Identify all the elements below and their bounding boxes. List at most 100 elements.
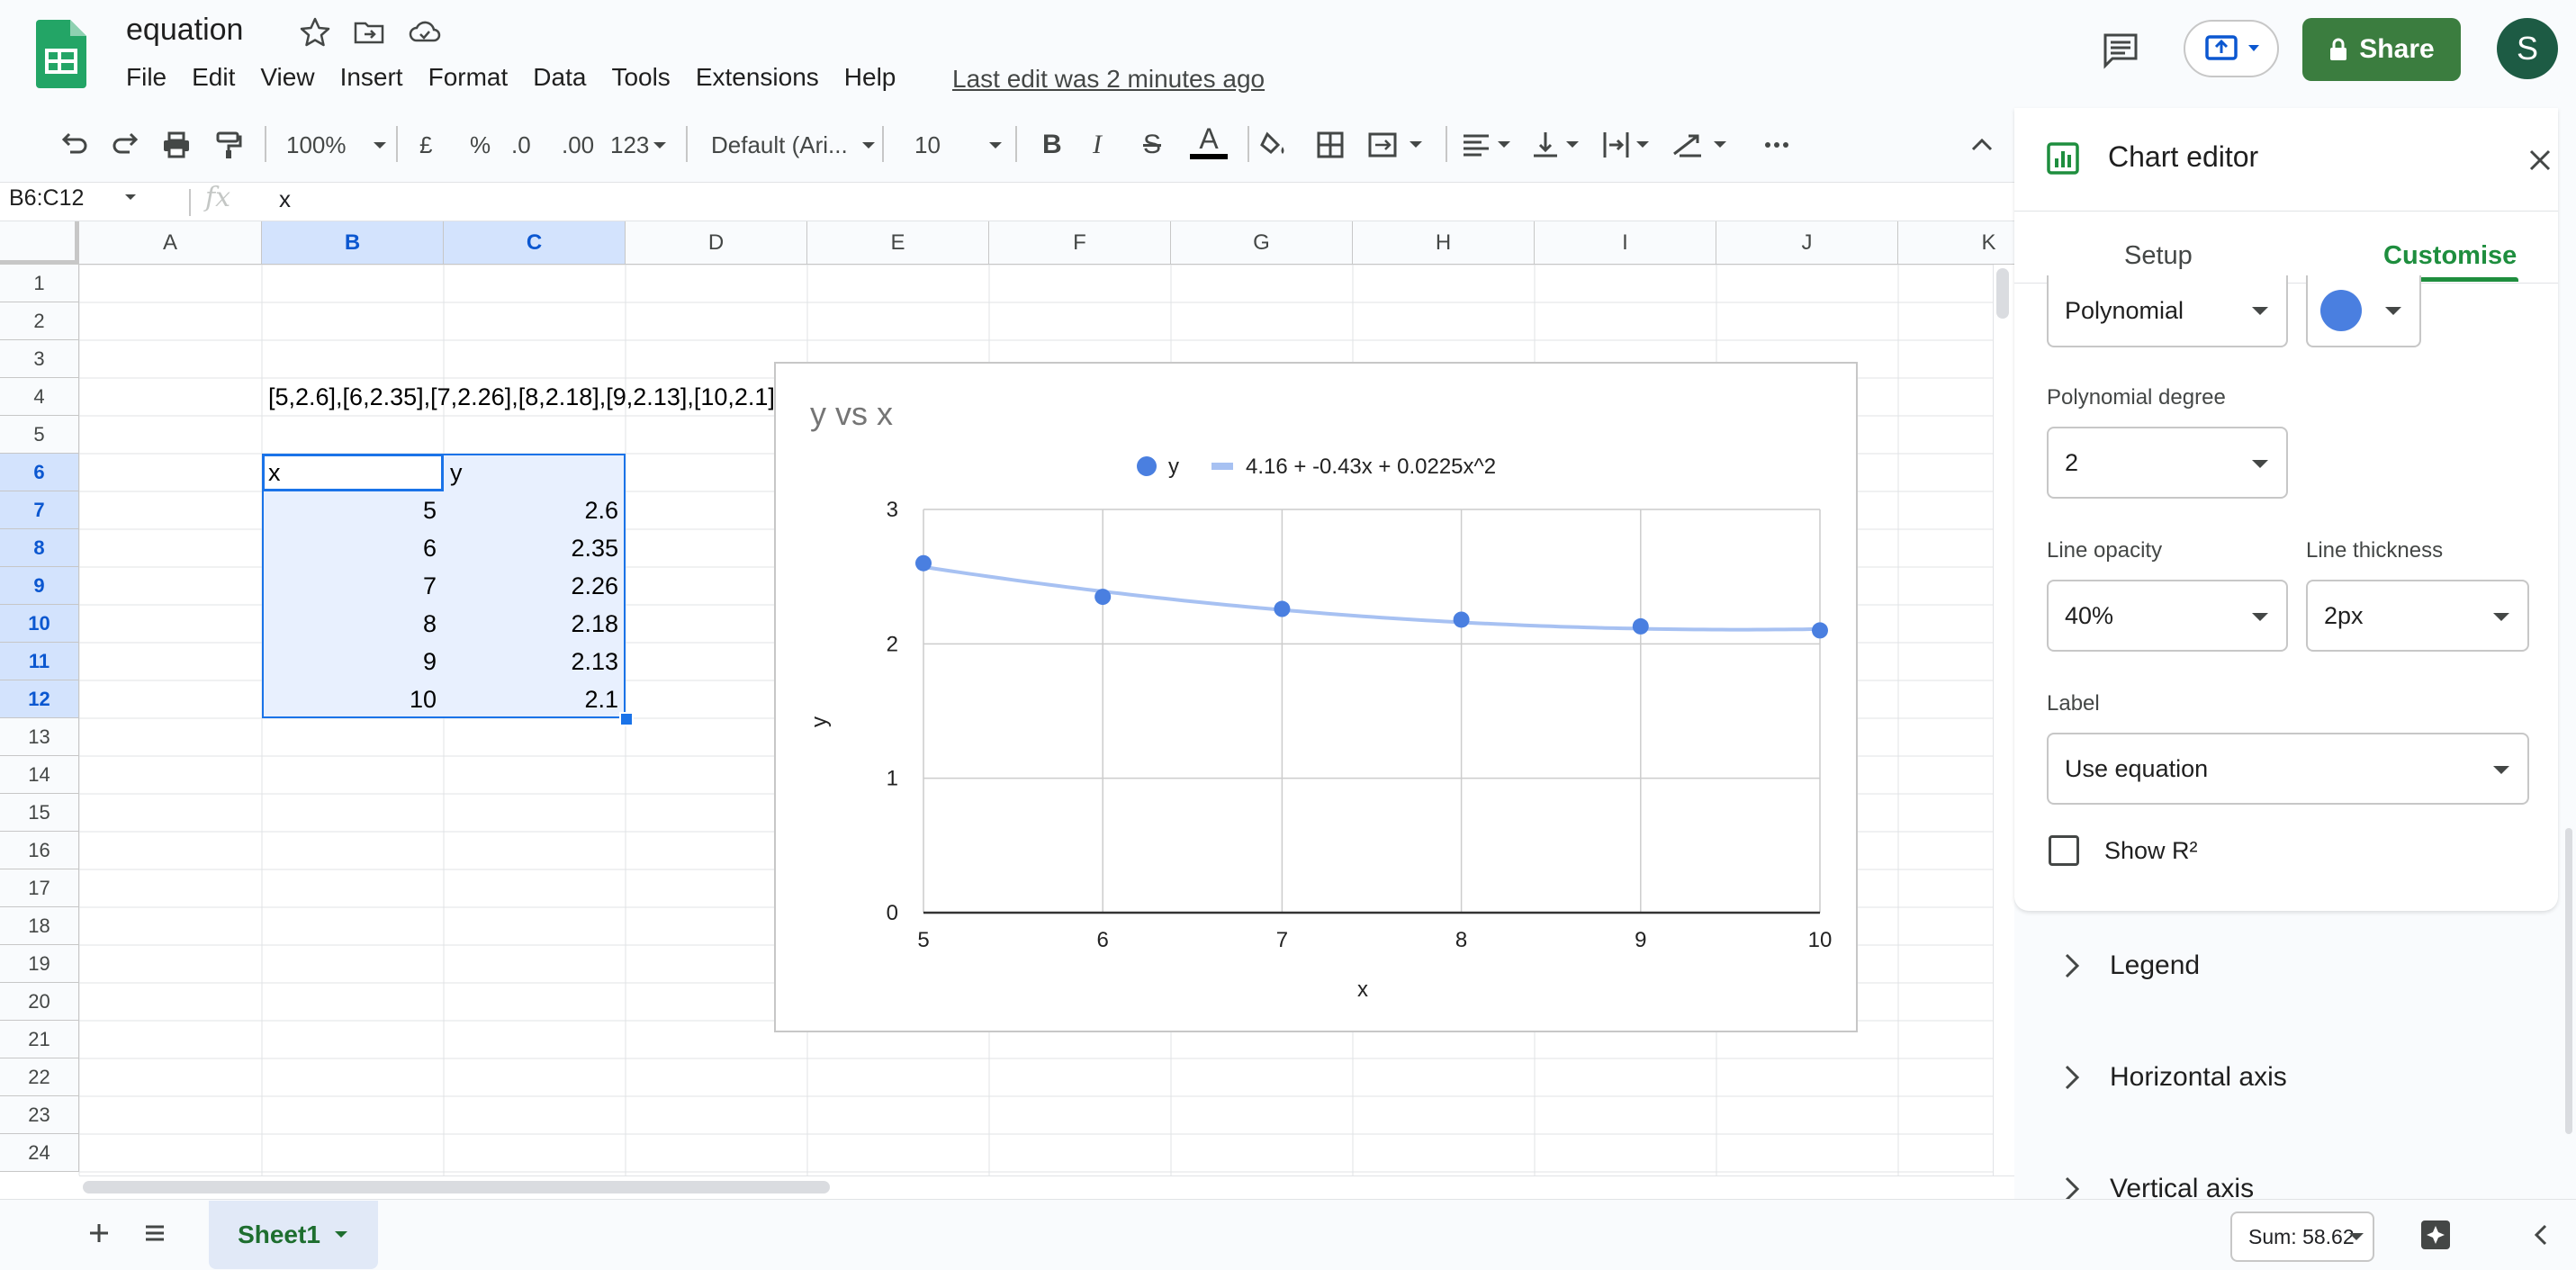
row-header-1[interactable]: 1 bbox=[0, 265, 79, 302]
sum-summary-select[interactable]: Sum: 58.62 bbox=[2230, 1211, 2374, 1262]
chart-title[interactable]: y vs x bbox=[810, 395, 893, 432]
menu-help[interactable]: Help bbox=[832, 63, 909, 92]
cloud-status-icon[interactable] bbox=[407, 14, 443, 50]
menu-tools[interactable]: Tools bbox=[599, 63, 682, 92]
cell-x[interactable]: 7 bbox=[262, 572, 437, 600]
vertical-align-icon[interactable] bbox=[1530, 122, 1588, 167]
row-header-24[interactable]: 24 bbox=[0, 1134, 79, 1172]
col-header-d[interactable]: D bbox=[626, 221, 807, 265]
col-header-k[interactable]: K bbox=[1898, 221, 2014, 265]
embedded-chart[interactable]: y vs x y 4.16 + -0.43x + 0.0225x^2 0 1 2 3 5… bbox=[774, 362, 1858, 1032]
tab-setup[interactable]: Setup bbox=[2124, 241, 2193, 271]
add-sheet-icon[interactable] bbox=[83, 1217, 115, 1249]
trendline-type-select[interactable]: Polynomial bbox=[2047, 275, 2288, 347]
text-rotation-icon[interactable] bbox=[1671, 122, 1735, 167]
sheets-logo-icon[interactable] bbox=[36, 20, 86, 88]
move-folder-icon[interactable] bbox=[351, 14, 387, 50]
row-header-17[interactable]: 17 bbox=[0, 869, 79, 907]
cell-c6[interactable]: y bbox=[450, 459, 463, 487]
tab-customise[interactable]: Customise bbox=[2383, 241, 2517, 271]
collapse-menus-icon[interactable] bbox=[1966, 122, 1998, 167]
close-icon[interactable] bbox=[2524, 144, 2556, 176]
row-header-6[interactable]: 6 bbox=[0, 454, 79, 491]
cell-y[interactable]: 2.35 bbox=[444, 535, 618, 563]
cell-y[interactable]: 2.26 bbox=[444, 572, 618, 600]
row-header-21[interactable]: 21 bbox=[0, 1021, 79, 1058]
text-color-button[interactable]: A bbox=[1190, 122, 1228, 167]
chart-legend[interactable]: y 4.16 + -0.43x + 0.0225x^2 bbox=[1137, 455, 1496, 479]
number-format-select[interactable]: 123 bbox=[610, 122, 671, 167]
col-header-b[interactable]: B bbox=[262, 221, 444, 265]
cell-x[interactable]: 6 bbox=[262, 535, 437, 563]
editor-scrollbar-thumb[interactable] bbox=[2565, 828, 2572, 1134]
row-header-10[interactable]: 10 bbox=[0, 605, 79, 643]
row-header-19[interactable]: 19 bbox=[0, 945, 79, 983]
row-header-14[interactable]: 14 bbox=[0, 756, 79, 794]
row-header-3[interactable]: 3 bbox=[0, 340, 79, 378]
horizontal-align-icon[interactable] bbox=[1460, 122, 1518, 167]
row-header-23[interactable]: 23 bbox=[0, 1096, 79, 1134]
row-header-16[interactable]: 16 bbox=[0, 832, 79, 869]
explore-icon[interactable] bbox=[2418, 1217, 2454, 1253]
borders-icon[interactable] bbox=[1314, 122, 1347, 167]
text-wrap-icon[interactable] bbox=[1600, 122, 1658, 167]
star-icon[interactable] bbox=[297, 14, 333, 50]
line-opacity-select[interactable]: 40% bbox=[2047, 580, 2288, 652]
col-header-e[interactable]: E bbox=[807, 221, 989, 265]
name-box[interactable]: B6:C12 bbox=[9, 185, 147, 212]
row-header-5[interactable]: 5 bbox=[0, 416, 79, 454]
menu-file[interactable]: File bbox=[126, 63, 179, 92]
select-all-corner[interactable] bbox=[0, 221, 79, 265]
row-header-8[interactable]: 8 bbox=[0, 529, 79, 567]
row-header-4[interactable]: 4 bbox=[0, 378, 79, 416]
vertical-scrollbar-track[interactable] bbox=[1993, 265, 2014, 1175]
print-icon[interactable] bbox=[160, 122, 193, 167]
line-thickness-select[interactable]: 2px bbox=[2306, 580, 2529, 652]
document-title[interactable]: equation bbox=[126, 13, 243, 48]
section-legend[interactable]: Legend bbox=[2061, 950, 2200, 981]
italic-button[interactable]: I bbox=[1093, 122, 1102, 167]
share-button[interactable]: Share bbox=[2302, 18, 2461, 81]
cell-x[interactable]: 10 bbox=[262, 686, 437, 714]
cell-y[interactable]: 2.6 bbox=[444, 497, 618, 525]
menu-extensions[interactable]: Extensions bbox=[683, 63, 832, 92]
redo-icon[interactable] bbox=[110, 122, 142, 167]
comment-history-icon[interactable] bbox=[2101, 31, 2138, 69]
poly-degree-select[interactable]: 2 bbox=[2047, 427, 2288, 499]
section-vertical-axis[interactable]: Vertical axis bbox=[2061, 1174, 2254, 1199]
formula-input[interactable]: x bbox=[279, 185, 291, 213]
fill-handle[interactable] bbox=[619, 712, 634, 726]
menu-insert[interactable]: Insert bbox=[328, 63, 416, 92]
present-button[interactable] bbox=[2184, 20, 2279, 77]
col-header-h[interactable]: H bbox=[1353, 221, 1535, 265]
col-header-a[interactable]: A bbox=[79, 221, 262, 265]
bold-button[interactable]: B bbox=[1042, 122, 1062, 167]
fill-color-icon[interactable] bbox=[1258, 122, 1291, 167]
horizontal-scrollbar-thumb[interactable] bbox=[83, 1181, 830, 1193]
font-size-select[interactable]: 10 bbox=[914, 122, 1013, 167]
section-horizontal-axis[interactable]: Horizontal axis bbox=[2061, 1062, 2287, 1093]
row-header-12[interactable]: 12 bbox=[0, 680, 79, 718]
decrease-decimal-button[interactable]: .0 bbox=[511, 122, 531, 167]
account-avatar[interactable]: S bbox=[2497, 18, 2558, 79]
font-family-select[interactable]: Default (Ari... bbox=[711, 122, 884, 167]
col-header-c[interactable]: C bbox=[444, 221, 626, 265]
currency-format-button[interactable]: £ bbox=[419, 122, 432, 167]
more-options-icon[interactable] bbox=[1761, 122, 1793, 167]
last-edit-link[interactable]: Last edit was 2 minutes ago bbox=[952, 65, 1265, 94]
row-header-13[interactable]: 13 bbox=[0, 718, 79, 756]
cell-y[interactable]: 2.18 bbox=[444, 610, 618, 638]
col-header-j[interactable]: J bbox=[1716, 221, 1898, 265]
cell-b4[interactable]: [5,2.6],[6,2.35],[7,2.26],[8,2.18],[9,2.… bbox=[268, 383, 775, 411]
row-header-11[interactable]: 11 bbox=[0, 643, 79, 680]
menu-view[interactable]: View bbox=[248, 63, 327, 92]
menu-data[interactable]: Data bbox=[520, 63, 599, 92]
zoom-select[interactable]: 100% bbox=[286, 122, 393, 167]
side-panel-toggle-icon[interactable] bbox=[2526, 1219, 2558, 1251]
undo-icon[interactable] bbox=[58, 122, 90, 167]
cell-x[interactable]: 8 bbox=[262, 610, 437, 638]
row-header-7[interactable]: 7 bbox=[0, 491, 79, 529]
menu-edit[interactable]: Edit bbox=[179, 63, 248, 92]
row-header-15[interactable]: 15 bbox=[0, 794, 79, 832]
menu-format[interactable]: Format bbox=[416, 63, 521, 92]
